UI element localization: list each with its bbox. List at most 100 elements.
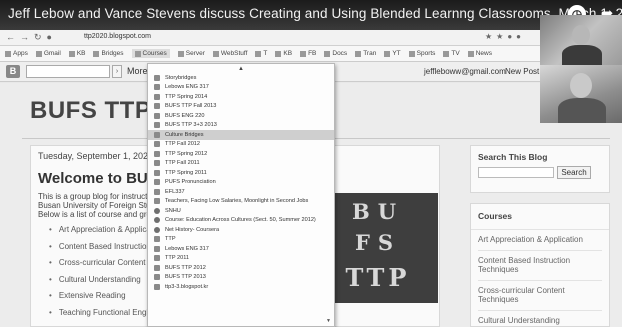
bookmark-item[interactable]: KB (68, 50, 86, 57)
page-icon (154, 188, 160, 195)
blog-title[interactable]: BUFS TTP (30, 97, 151, 125)
dropdown-bookmark-item[interactable]: TTP (148, 235, 334, 245)
dropdown-item-label: BUFS TTP 2013 (165, 274, 206, 281)
bookmark-label: Gmail (43, 50, 61, 57)
blog-sidebar: Search This Blog Search Courses Art Appr… (470, 145, 610, 327)
bookmark-folder-icon (324, 50, 331, 57)
blog-navbar-search-input[interactable] (26, 65, 110, 78)
course-link[interactable]: Art Appreciation & Application (478, 230, 602, 250)
bookmark-folder-icon (5, 50, 11, 57)
dropdown-bookmark-item[interactable]: BUFS TTP 2013 (148, 273, 334, 283)
page-icon (154, 84, 160, 91)
bookmark-folder-icon (275, 50, 282, 57)
bookmark-folder-icon (300, 50, 307, 57)
bookmark-folder-icon (467, 50, 474, 57)
dropdown-bookmark-item[interactable]: BUFS TTP 3+3 2013 (148, 121, 334, 131)
person-torso (558, 98, 606, 123)
dropdown-bookmark-item[interactable]: BUFS ENG 220 (148, 111, 334, 121)
blogger-logo-icon[interactable]: B (6, 65, 20, 78)
bookmark-folder-icon (177, 50, 184, 57)
page-icon (154, 236, 160, 243)
scroll-up-arrow-icon[interactable]: ▲ (238, 66, 244, 72)
dropdown-item-label: ttp3-3.blogspot.kr (165, 283, 209, 290)
page-icon (154, 160, 160, 167)
bookmark-item[interactable]: T (255, 50, 267, 57)
dropdown-bookmark-item[interactable]: TTP Spring 2012 (148, 149, 334, 159)
bookmark-item[interactable]: Bridges (93, 50, 124, 57)
dropdown-bookmark-item[interactable]: TTP 2011 (148, 254, 334, 264)
dropdown-bookmark-item[interactable]: SNHU (148, 206, 334, 216)
bookmark-item[interactable]: YT (384, 50, 401, 57)
bookmark-item[interactable]: KB (275, 50, 292, 57)
bookmark-item[interactable]: TV (443, 50, 460, 57)
page-icon (154, 245, 160, 252)
dropdown-bookmark-item[interactable]: Lebows ENG 317 (148, 83, 334, 93)
bookmark-item[interactable]: WebStuff (212, 50, 248, 57)
page-icon (154, 179, 160, 186)
dropdown-bookmark-item[interactable]: Lebows ENG 317 (148, 244, 334, 254)
scroll-down-arrow-icon[interactable]: ▼ (326, 318, 331, 324)
blog-search-button[interactable]: Search (557, 166, 591, 179)
dropdown-bookmark-item[interactable]: EFL337 (148, 187, 334, 197)
account-email[interactable]: jeffleboww@gmail.com (424, 67, 506, 76)
dropdown-item-label: Course: Education Across Cultures (Sect.… (165, 217, 316, 224)
dropdown-bookmark-item[interactable]: Net History- Coursera (148, 225, 334, 235)
navbar-search-go-button[interactable]: › (112, 65, 122, 78)
navbar-more-link[interactable]: More (127, 66, 148, 76)
bookmark-item[interactable]: FB (300, 50, 316, 57)
dropdown-bookmark-item[interactable]: TTP Spring 2011 (148, 168, 334, 178)
bookmark-label: T (263, 50, 268, 57)
course-link[interactable]: Cross-curricular Content Techniques (478, 279, 602, 310)
dropdown-item-label: TTP Fall 2012 (165, 141, 201, 148)
dropdown-item-label: Teachers, Facing Low Salaries, Moonlight… (165, 198, 309, 205)
page-icon (154, 169, 160, 176)
bookmark-item[interactable]: News (467, 50, 492, 57)
logo-line: BU (351, 199, 405, 224)
post-date: Tuesday, September 1, 2020 (38, 151, 154, 161)
bookmark-item[interactable]: Gmail (35, 50, 61, 57)
bookmark-folder-icon (255, 50, 262, 57)
bookmark-item[interactable]: Server (177, 50, 205, 57)
bookmark-label: News (475, 50, 492, 57)
course-link[interactable]: Cultural Understanding (478, 309, 602, 327)
dropdown-item-label: TTP Spring 2012 (165, 150, 208, 157)
dropdown-item-label: TTP (165, 236, 176, 243)
dropdown-item-label: TTP Fall 2011 (165, 160, 200, 167)
bookmark-label: KB (76, 50, 86, 57)
blog-search-input[interactable] (478, 167, 554, 178)
globe-icon (154, 226, 160, 233)
bookmark-label: Bridges (101, 50, 124, 57)
bookmark-label: WebStuff (220, 50, 248, 57)
bookmark-item[interactable]: Tran (355, 50, 376, 57)
page-icon (154, 283, 160, 290)
video-frame: Jeff Lebow and Vance Stevens discuss Cre… (0, 0, 622, 327)
browser-nav-icons[interactable]: ←→↻● (6, 32, 57, 43)
bookmark-folder-icon (384, 50, 391, 57)
dropdown-item-label: BUFS TTP 3+3 2013 (165, 122, 217, 129)
bookmark-folder-icon (134, 50, 141, 57)
dropdown-bookmark-item[interactable]: PUFS Pronunciation (148, 178, 334, 188)
bookmark-item[interactable]: Sports (408, 50, 435, 57)
bookmark-item[interactable]: Docs (324, 50, 347, 57)
page-icon (154, 198, 160, 205)
course-link[interactable]: Content Based Instruction Techniques (478, 249, 602, 280)
url-field[interactable]: ttp2020.blogspot.com (84, 33, 151, 40)
new-post-link[interactable]: New Post (505, 67, 539, 76)
dropdown-bookmark-item[interactable]: Course: Education Across Cultures (Sect.… (148, 216, 334, 226)
page-icon (154, 74, 160, 81)
page-icon (154, 264, 160, 271)
dropdown-bookmark-item[interactable]: TTP Spring 2014 (148, 92, 334, 102)
dropdown-bookmark-item[interactable]: Culture Bridges (148, 130, 334, 140)
bookmark-item[interactable]: Courses (131, 49, 170, 58)
browser-extension-icons[interactable]: ★★●● (485, 32, 525, 41)
dropdown-bookmark-item[interactable]: TTP Fall 2012 (148, 140, 334, 150)
bookmark-item[interactable]: Apps (5, 50, 28, 57)
dropdown-bookmark-item[interactable]: BUFS TTP Fall 2013 (148, 102, 334, 112)
dropdown-bookmark-item[interactable]: BUFS TTP 2012 (148, 263, 334, 273)
dropdown-bookmark-item[interactable]: Storybridges (148, 73, 334, 83)
page-icon (154, 122, 160, 129)
dropdown-bookmark-item[interactable]: Teachers, Facing Low Salaries, Moonlight… (148, 197, 334, 207)
dropdown-bookmark-item[interactable]: TTP Fall 2011 (148, 159, 334, 169)
dropdown-bookmark-item[interactable]: ttp3-3.blogspot.kr (148, 282, 334, 292)
dropdown-item-label: TTP Spring 2011 (165, 169, 207, 176)
